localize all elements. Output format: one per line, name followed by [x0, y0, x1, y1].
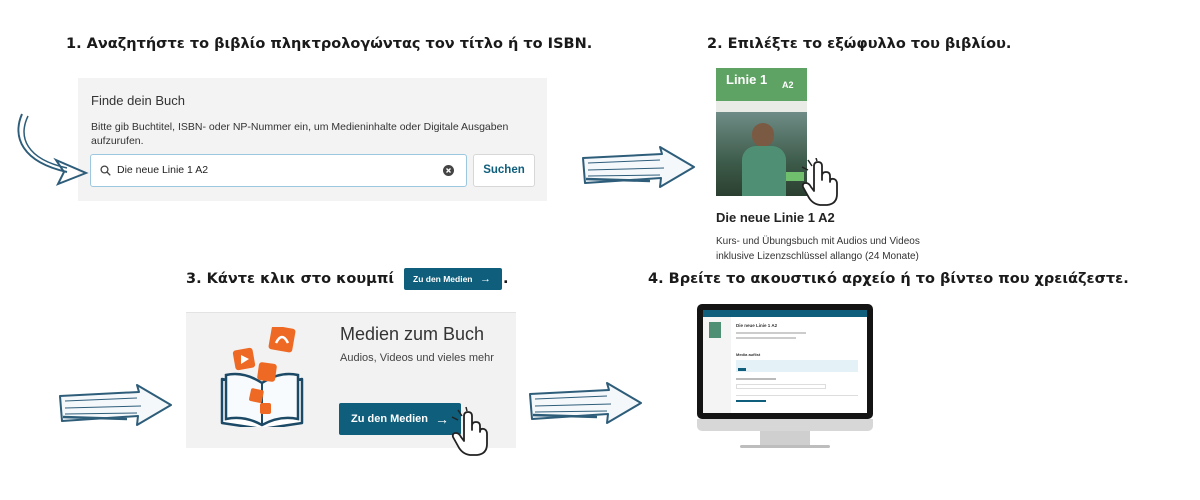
search-panel: Finde dein Buch Bitte gib Buchtitel, ISB…: [78, 78, 547, 201]
cover-person-head: [752, 123, 774, 147]
monitor-stand-base: [740, 445, 830, 448]
step3-title-text: 3. Κάντε κλικ στο κουμπί: [186, 271, 394, 287]
hand-cursor-icon: [801, 158, 838, 206]
arrow-right-icon: →: [435, 411, 449, 427]
step4-title: 4. Βρείτε το ακουστικό αρχείο ή το βίντε…: [648, 271, 1129, 287]
screen-book-title: Die neue Linie 1 A2: [736, 323, 778, 328]
hand-drawn-arrow-icon: [59, 384, 172, 426]
search-input-value: Die neue Linie 1 A2: [117, 164, 209, 176]
hand-drawn-arrow-icon: [529, 382, 642, 424]
search-panel-description: Bitte gib Buchtitel, ISBN- oder NP-Numme…: [91, 121, 509, 147]
cover-header: Linie 1 A2: [716, 68, 807, 101]
search-panel-heading: Finde dein Buch: [91, 93, 185, 108]
monitor-screen: Die neue Linie 1 A2 Media auflist: [703, 310, 867, 413]
open-book-icon: [220, 327, 304, 427]
clear-icon[interactable]: [443, 165, 454, 176]
book-cover[interactable]: Linie 1 A2: [716, 68, 807, 196]
step3-title-end: .: [503, 271, 509, 287]
screen-line: [736, 332, 806, 334]
screen-line: [736, 337, 796, 339]
cover-person-body: [742, 146, 786, 196]
hand-cursor-icon: [451, 406, 488, 456]
hand-drawn-arrow-icon: [17, 113, 89, 186]
screen-book-thumb: [709, 322, 721, 338]
search-input[interactable]: Die neue Linie 1 A2: [90, 154, 467, 187]
screen-section-title: Media auflist: [736, 352, 761, 357]
cover-subtitle-bar: [716, 101, 807, 112]
hand-drawn-arrow-icon: [582, 146, 695, 188]
screen-line: [736, 378, 776, 380]
screen-topbar: [703, 310, 867, 317]
search-button[interactable]: Suchen: [473, 154, 535, 187]
screen-link: [736, 400, 766, 402]
cover-level: A2: [782, 80, 794, 90]
monitor-chin: [697, 419, 873, 431]
zu-den-medien-label: Zu den Medien: [351, 413, 428, 425]
book-subtitle: Kurs- und Übungsbuch mit Audios und Vide…: [716, 234, 966, 264]
screen-button: [738, 368, 746, 371]
screen-filter-row: [736, 384, 826, 389]
inline-zu-den-medien-button: Zu den Medien →: [404, 268, 502, 290]
step3-title: 3. Κάντε κλικ στο κουμπί: [186, 271, 394, 287]
screen-info-box: [736, 360, 858, 372]
inline-button-label: Zu den Medien: [413, 274, 473, 284]
media-panel-subtitle: Audios, Videos und vieles mehr: [340, 352, 494, 364]
book-title[interactable]: Die neue Linie 1 A2: [716, 210, 835, 225]
search-icon: [100, 165, 111, 176]
step1-title: 1. Αναζητήστε το βιβλίο πληκτρολογώντας …: [66, 36, 593, 52]
media-panel-heading: Medien zum Buch: [340, 324, 485, 344]
book-subtitle-line1: Kurs- und Übungsbuch mit Audios und Vide…: [716, 236, 920, 247]
step2-title: 2. Επιλέξτε το εξώφυλλο του βιβλίου.: [707, 36, 1012, 52]
screen-divider: [736, 395, 858, 396]
arrow-right-icon: →: [480, 273, 491, 285]
book-subtitle-line2: inklusive Lizenzschlüssel allango (24 Mo…: [716, 251, 919, 262]
monitor: Die neue Linie 1 A2 Media auflist: [697, 304, 873, 419]
zu-den-medien-button[interactable]: Zu den Medien →: [339, 403, 461, 435]
cover-series: Linie 1: [726, 72, 768, 87]
headphones-icon: [268, 327, 296, 353]
